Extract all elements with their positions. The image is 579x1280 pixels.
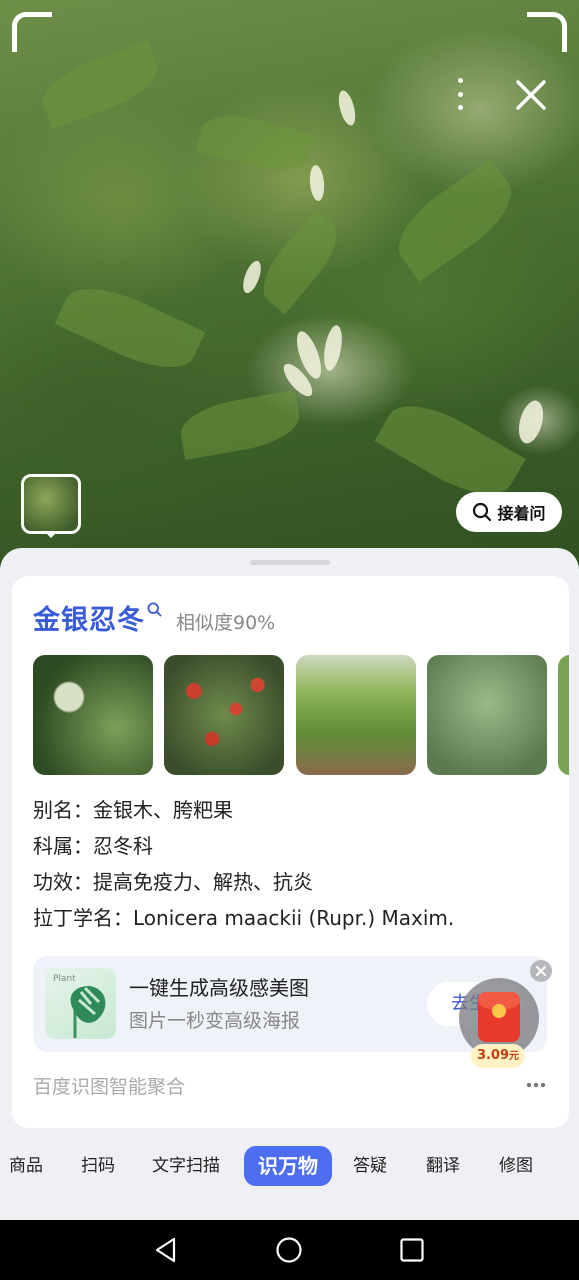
tab-identify-all[interactable]: 识万物	[244, 1146, 332, 1186]
promo-subtitle: 图片一秒变高级海报	[129, 1010, 301, 1032]
latin-name-line: 拉丁学名：Lonicera maackii (Rupr.) Maxim.	[33, 906, 455, 930]
ask-followup-button[interactable]: 接着问	[456, 492, 562, 532]
reference-gallery[interactable]	[33, 655, 569, 775]
close-icon[interactable]	[510, 74, 552, 116]
thumbnail-pointer	[44, 531, 58, 538]
tab-photo-edit[interactable]: 修图	[499, 1146, 533, 1186]
reference-image[interactable]	[33, 655, 153, 775]
promo-image: Plant	[45, 968, 116, 1039]
mode-tabs: 商品 扫码 文字扫描 识万物 答疑 翻译 修图	[0, 1146, 579, 1186]
more-icon[interactable]	[525, 1074, 547, 1096]
tab-scan-code[interactable]: 扫码	[81, 1146, 115, 1186]
tab-text-scan[interactable]: 文字扫描	[152, 1146, 220, 1186]
reference-image[interactable]	[164, 655, 284, 775]
plant-info: 别名：金银木、胯粑果 科属：忍冬科 功效：提高免疫力、解热、抗炎 拉丁学名：Lo…	[33, 792, 454, 936]
reference-image[interactable]	[296, 655, 416, 775]
viewfinder-corner-top-left	[12, 12, 52, 52]
family-line: 科属：忍冬科	[33, 834, 153, 858]
search-icon	[473, 502, 492, 522]
amount-value: 3.09	[476, 1048, 510, 1063]
reference-image[interactable]	[558, 655, 569, 775]
home-icon[interactable]	[275, 1236, 303, 1264]
ask-followup-label: 接着问	[497, 504, 546, 523]
efficacy-line: 功效：提高免疫力、解热、抗炎	[33, 870, 313, 894]
red-packet-amount[interactable]: 3.09元	[471, 1044, 525, 1068]
promo-title: 一键生成高级感美图	[129, 976, 309, 1000]
sheet-drag-handle[interactable]	[250, 560, 330, 565]
alias-line: 别名：金银木、胯粑果	[33, 798, 233, 822]
result-title-row: 金银忍冬 相似度90%	[33, 598, 275, 637]
back-icon[interactable]	[152, 1236, 180, 1264]
source-footer: 百度识图智能聚合	[33, 1072, 547, 1098]
photo-thumbnail[interactable]	[21, 474, 81, 534]
tab-products[interactable]: 商品	[9, 1146, 43, 1186]
tab-qa[interactable]: 答疑	[353, 1146, 387, 1186]
search-icon[interactable]	[147, 602, 162, 617]
tab-translate[interactable]: 翻译	[426, 1146, 460, 1186]
red-envelope-icon	[478, 992, 520, 1042]
more-icon[interactable]	[446, 74, 474, 114]
close-icon[interactable]	[530, 960, 552, 982]
reference-image[interactable]	[427, 655, 547, 775]
similarity-score: 相似度90%	[176, 612, 276, 634]
plant-name[interactable]: 金银忍冬	[33, 598, 145, 637]
promo-image-label: Plant	[53, 974, 76, 984]
amount-unit: 元	[509, 1051, 520, 1062]
result-sheet: 金银忍冬 相似度90% 别名：金银木、胯粑果 科属：忍冬科 功效：提高免疫力、解…	[0, 548, 579, 1220]
screen: 接着问 金银忍冬 相似度90% 别名：金银木、胯粑果 科属：忍冬科 功效：提高免…	[0, 0, 579, 1280]
system-navigation-bar	[0, 1220, 579, 1280]
viewfinder-corner-top-right	[527, 12, 567, 52]
recents-icon[interactable]	[399, 1237, 425, 1263]
source-label: 百度识图智能聚合	[33, 1076, 186, 1098]
